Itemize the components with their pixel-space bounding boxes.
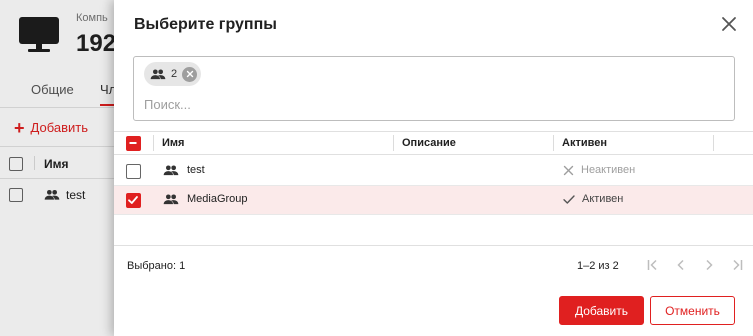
close-icon[interactable]: [719, 14, 739, 34]
status-text: Активен: [582, 193, 624, 205]
add-button[interactable]: Добавить: [559, 296, 644, 325]
status-cell: Неактивен: [563, 164, 635, 176]
next-page-icon[interactable]: [701, 257, 717, 273]
column-separator: [713, 135, 714, 151]
status-text: Неактивен: [581, 164, 636, 176]
search-input[interactable]: [144, 97, 724, 112]
selected-count: Выбрано: 1: [127, 260, 186, 272]
table-row[interactable]: MediaGroup Активен: [114, 186, 753, 215]
last-page-icon[interactable]: [729, 257, 745, 273]
selected-chip[interactable]: 2: [144, 62, 202, 86]
group-icon: [163, 194, 179, 204]
row-name-cell: test: [163, 164, 205, 176]
pagination-range: 1–2 из 2: [577, 260, 619, 272]
column-separator: [153, 135, 154, 151]
row-checkbox[interactable]: [126, 193, 141, 208]
chip-remove-icon[interactable]: [182, 66, 198, 82]
column-header-name[interactable]: Имя: [162, 137, 184, 149]
group-icon: [150, 69, 166, 79]
first-page-icon[interactable]: [645, 257, 661, 273]
row-checkbox[interactable]: [126, 164, 141, 179]
divider: [114, 245, 753, 246]
column-header-description[interactable]: Описание: [402, 137, 456, 149]
dialog-title: Выберите группы: [134, 16, 277, 33]
select-groups-dialog: Выберите группы 2 Имя Описание Активен: [114, 0, 753, 336]
row-name: test: [187, 164, 205, 176]
column-separator: [393, 135, 394, 151]
table-row[interactable]: test Неактивен: [114, 157, 753, 186]
select-all-checkbox[interactable]: [126, 136, 141, 151]
column-header-active[interactable]: Активен: [562, 137, 607, 149]
row-name: MediaGroup: [187, 193, 248, 205]
modal-overlay[interactable]: [0, 0, 114, 336]
cross-icon: [563, 165, 574, 175]
table-header: Имя Описание Активен: [114, 131, 753, 155]
column-separator: [553, 135, 554, 151]
check-icon: [563, 194, 575, 204]
chip-label: 2: [171, 68, 178, 80]
status-cell: Активен: [563, 193, 623, 205]
group-icon: [163, 165, 179, 175]
group-selector-field[interactable]: 2: [133, 56, 735, 121]
cancel-button[interactable]: Отменить: [650, 296, 735, 325]
row-name-cell: MediaGroup: [163, 193, 248, 205]
prev-page-icon[interactable]: [673, 257, 689, 273]
